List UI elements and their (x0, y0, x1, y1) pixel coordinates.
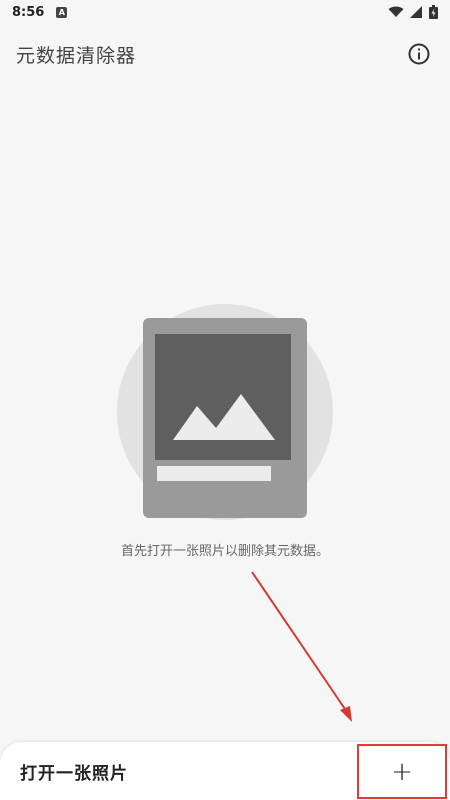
notification-a-icon: A (56, 6, 68, 18)
info-button[interactable] (404, 39, 434, 69)
app-screen: 8:56 A 元数据清除器 首先打开一张照片以删除其元数据。 打开一张照片 + (0, 0, 450, 800)
photo-placeholder-icon (117, 304, 333, 520)
signal-icon (410, 6, 422, 18)
status-icons (388, 5, 438, 19)
wifi-icon (388, 6, 404, 17)
app-bar: 元数据清除器 (0, 24, 450, 84)
add-photo-button[interactable]: + (357, 744, 447, 799)
info-icon (408, 43, 430, 65)
hint-text: 首先打开一张照片以删除其元数据。 (120, 544, 329, 559)
status-bar: 8:56 A (0, 0, 450, 24)
plus-icon: + (391, 756, 413, 787)
battery-icon (429, 5, 438, 19)
status-time: 8:56 (12, 4, 45, 20)
app-title: 元数据清除器 (16, 44, 137, 67)
open-photo-label: 打开一张照片 (20, 763, 128, 784)
